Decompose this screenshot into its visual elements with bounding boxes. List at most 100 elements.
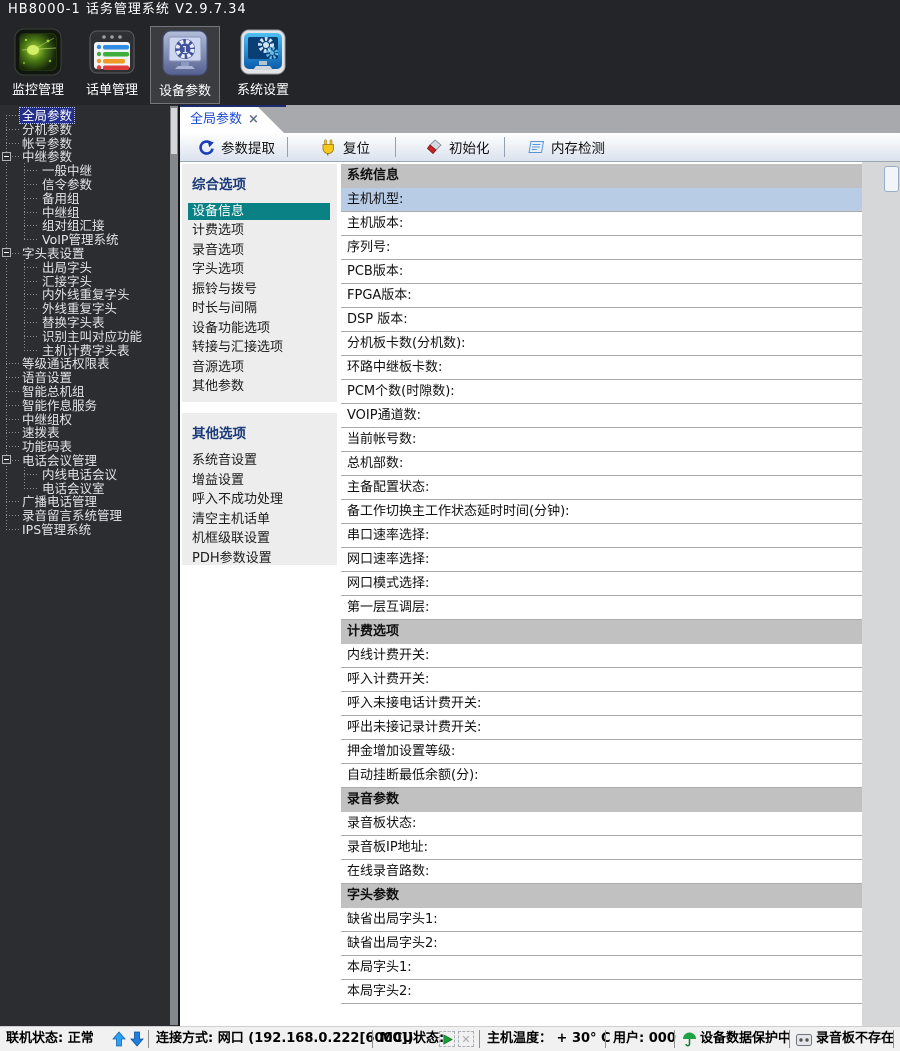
sidebar-item[interactable]: 智能总机组 — [0, 384, 169, 398]
memory-check-button[interactable]: 内存检测 — [522, 135, 611, 159]
sidebar-item[interactable]: 智能作息服务 — [0, 398, 169, 412]
sidebar-item[interactable]: 内线电话会议 — [0, 467, 169, 481]
option-item[interactable]: 机框级联设置 — [182, 529, 337, 549]
field-row[interactable]: 押金增加设置等级: — [341, 740, 862, 764]
tab-global-params[interactable]: 全局参数 × — [180, 107, 284, 133]
field-row[interactable]: 录音板IP地址: — [341, 836, 862, 860]
sidebar-item[interactable]: 语音设置 — [0, 370, 169, 384]
sidebar-scrollbar-thumb[interactable] — [171, 108, 177, 154]
app-button-system-settings[interactable]: 系统设置 — [233, 26, 293, 104]
sidebar-item[interactable]: 一般中继 — [0, 163, 169, 177]
sidebar-item[interactable]: 字头表设置 — [0, 246, 169, 260]
sidebar-item[interactable]: 电话会议管理 — [0, 453, 169, 467]
option-item[interactable]: 振铃与拨号 — [182, 280, 337, 300]
sidebar-item[interactable]: 录音留言系统管理 — [0, 508, 169, 522]
reset-button[interactable]: 复位 — [314, 135, 376, 159]
field-row[interactable]: 缺省出局字头1: — [341, 908, 862, 932]
tab-strip: 全局参数 × — [180, 105, 900, 133]
field-row[interactable]: PCB版本: — [341, 260, 862, 284]
app-button-device-params[interactable]: 1 设备参数 — [150, 26, 220, 104]
field-row[interactable]: 网口速率选择: — [341, 548, 862, 572]
sidebar-item[interactable]: 备用组 — [0, 191, 169, 205]
sidebar-item[interactable]: 帐号参数 — [0, 136, 169, 150]
field-row[interactable]: 当前帐号数: — [341, 428, 862, 452]
sidebar-item[interactable]: 中继参数 — [0, 149, 169, 163]
field-row[interactable]: 分机板卡数(分机数): — [341, 332, 862, 356]
option-item[interactable]: 录音选项 — [182, 241, 337, 261]
sidebar-item-label: 组对组汇接 — [40, 218, 107, 233]
sidebar-item[interactable]: 主机计费字头表 — [0, 343, 169, 357]
option-item[interactable]: 设备功能选项 — [182, 319, 337, 339]
field-row[interactable]: 录音板状态: — [341, 812, 862, 836]
detail-scrollbar-thumb[interactable] — [884, 166, 899, 192]
field-row[interactable]: 呼入未接电话计费开关: — [341, 692, 862, 716]
field-row[interactable]: 内线计费开关: — [341, 644, 862, 668]
sidebar-item[interactable]: VoIP管理系统 — [0, 232, 169, 246]
option-item[interactable]: 清空主机话单 — [182, 510, 337, 530]
sidebar-item[interactable]: 广播电话管理 — [0, 494, 169, 508]
field-row[interactable]: DSP 版本: — [341, 308, 862, 332]
field-row[interactable]: 本局字头2: — [341, 980, 862, 1004]
field-row[interactable]: 主备配置状态: — [341, 476, 862, 500]
field-row[interactable]: 主机机型: — [341, 188, 862, 212]
option-item[interactable]: 呼入不成功处理 — [182, 490, 337, 510]
tab-close-icon[interactable]: × — [248, 107, 259, 132]
field-row[interactable]: 在线录音路数: — [341, 860, 862, 884]
sidebar-item[interactable]: 电话会议室 — [0, 481, 169, 495]
field-row[interactable]: 串口速率选择: — [341, 524, 862, 548]
sidebar-item[interactable]: IPS管理系统 — [0, 522, 169, 536]
field-row[interactable]: 序列号: — [341, 236, 862, 260]
field-row[interactable]: 主机版本: — [341, 212, 862, 236]
field-row[interactable]: 自动挂断最低余额(分): — [341, 764, 862, 788]
field-row[interactable]: 呼入计费开关: — [341, 668, 862, 692]
sidebar-item-label: 全局参数 — [20, 108, 74, 123]
collapse-icon[interactable] — [2, 248, 11, 257]
sidebar-item[interactable]: 分机参数 — [0, 122, 169, 136]
sidebar-item[interactable]: 功能码表 — [0, 439, 169, 453]
initialize-button[interactable]: 初始化 — [420, 135, 496, 159]
sidebar-item[interactable]: 识别主叫对应功能 — [0, 329, 169, 343]
sidebar-item[interactable]: 内外线重复字头 — [0, 287, 169, 301]
field-row[interactable]: 总机部数: — [341, 452, 862, 476]
sidebar-item[interactable]: 替换字头表 — [0, 315, 169, 329]
field-row[interactable]: 呼出未接记录计费开关: — [341, 716, 862, 740]
sidebar-item[interactable]: 组对组汇接 — [0, 218, 169, 232]
field-row[interactable]: PCM个数(时隙数): — [341, 380, 862, 404]
option-item[interactable]: PDH参数设置 — [182, 549, 337, 569]
sidebar-item[interactable]: 信令参数 — [0, 177, 169, 191]
option-item[interactable]: 转接与汇接选项 — [182, 338, 337, 358]
field-row[interactable]: FPGA版本: — [341, 284, 862, 308]
detail-scrollbar-track[interactable] — [862, 162, 900, 1026]
option-item[interactable]: 字头选项 — [182, 260, 337, 280]
option-item[interactable]: 增益设置 — [182, 471, 337, 491]
field-row[interactable]: 备工作切换主工作状态延时时间(分钟): — [341, 500, 862, 524]
sidebar-item[interactable]: 中继组 — [0, 205, 169, 219]
option-item[interactable]: 计费选项 — [182, 221, 337, 241]
sidebar-item[interactable]: 出局字头 — [0, 260, 169, 274]
collapse-icon[interactable] — [2, 152, 11, 161]
sidebar-item[interactable]: 全局参数 — [0, 108, 169, 122]
option-item[interactable]: 其他参数 — [182, 377, 337, 397]
option-item[interactable]: 时长与间隔 — [182, 299, 337, 319]
collapse-icon[interactable] — [2, 455, 11, 464]
app-button-monitor-management[interactable]: 监控管理 — [8, 26, 68, 104]
sidebar-item[interactable]: 速拨表 — [0, 425, 169, 439]
sidebar-item[interactable]: 汇接字头 — [0, 274, 169, 288]
sidebar-scrollbar[interactable] — [170, 106, 178, 1025]
field-row[interactable]: VOIP通道数: — [341, 404, 862, 428]
field-row[interactable]: 缺省出局字头2: — [341, 932, 862, 956]
sidebar-item[interactable]: 中继组权 — [0, 412, 169, 426]
extract-params-button[interactable]: 参数提取 — [192, 135, 281, 159]
mcu-play-icon[interactable] — [439, 1031, 455, 1047]
app-button-call-records[interactable]: 话单管理 — [82, 26, 142, 104]
option-item[interactable]: 系统音设置 — [182, 451, 337, 471]
field-row[interactable]: 网口模式选择: — [341, 572, 862, 596]
option-item[interactable]: 音源选项 — [182, 358, 337, 378]
sidebar-item[interactable]: 外线重复字头 — [0, 301, 169, 315]
option-item[interactable]: 设备信息 — [188, 203, 330, 220]
field-row[interactable]: 本局字头1: — [341, 956, 862, 980]
field-row[interactable]: 第一层互调层: — [341, 596, 862, 620]
field-row[interactable]: 环路中继板卡数: — [341, 356, 862, 380]
mcu-stop-icon[interactable]: ✕ — [458, 1031, 474, 1047]
sidebar-item[interactable]: 等级通话权限表 — [0, 356, 169, 370]
